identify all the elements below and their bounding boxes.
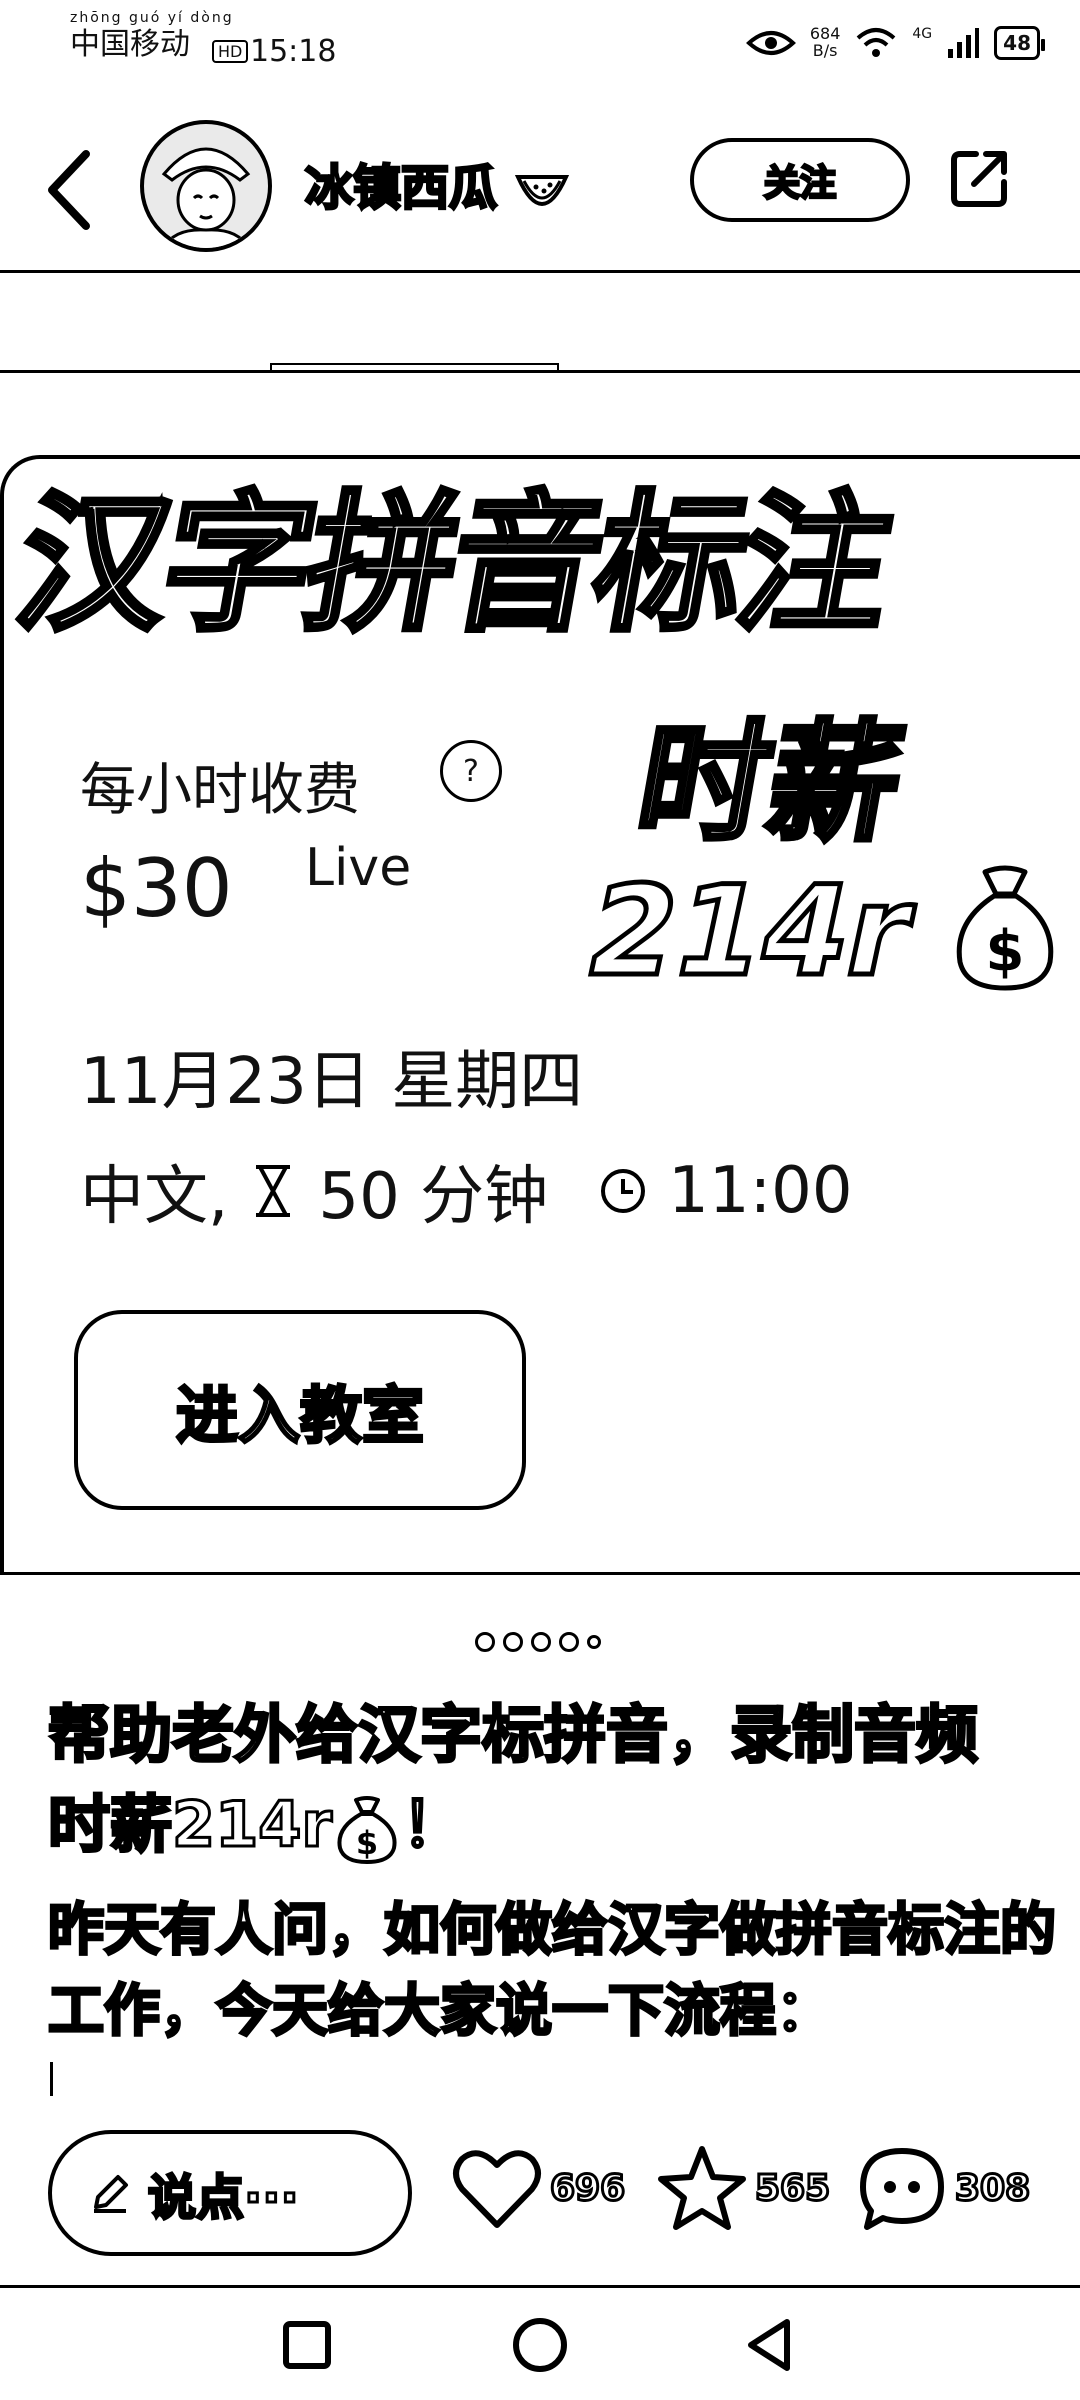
start-time: 11:00 <box>668 1154 853 1228</box>
svg-text:$: $ <box>986 919 1025 984</box>
enter-classroom-button[interactable]: 进入教室 <box>74 1310 526 1510</box>
hero-title: 汉字拼音标注 <box>2 476 902 655</box>
post-title-line2: 时薪214r <box>47 1786 334 1862</box>
status-time: 15:18 <box>250 34 337 69</box>
battery-indicator: 48 <box>994 26 1045 60</box>
live-label: Live <box>305 838 412 898</box>
carrier-pinyin: zhōng guó yí dòng <box>70 10 234 26</box>
star-icon <box>658 2146 746 2230</box>
share-icon[interactable] <box>946 146 1012 212</box>
money-bag-icon: $ <box>956 865 1054 991</box>
username[interactable]: 冰镇西瓜 <box>303 148 570 218</box>
carousel-indicator <box>475 1632 601 1652</box>
heart-icon <box>453 2150 541 2228</box>
avatar-image <box>161 147 251 248</box>
username-text: 冰镇西瓜 <box>303 159 498 218</box>
price: $30 <box>80 842 233 935</box>
like-count: 696 <box>548 2166 626 2210</box>
favorite-count: 565 <box>753 2166 831 2210</box>
eye-icon <box>745 31 796 55</box>
post-title-exclamation: ！ <box>400 1786 465 1862</box>
duration: 50 分钟 <box>318 1160 549 1234</box>
top-navigation: 冰镇西瓜 关注 <box>0 110 1080 273</box>
status-bar: zhōng guó yí dòng 中国移动 HD 15:18 684 B/s … <box>0 0 1080 110</box>
chat-bubble-icon <box>860 2148 944 2230</box>
recent-apps-icon[interactable] <box>272 2310 342 2380</box>
post-title: 帮助老外给汉字标拼音，录制音频 时薪214r $ ！ <box>46 1690 1048 1870</box>
carousel-dot[interactable] <box>475 1632 495 1652</box>
carousel-dot[interactable] <box>587 1635 601 1649</box>
hourly-fee-label: 每小时收费 <box>80 758 360 823</box>
comment-button[interactable]: 308 <box>855 2143 1032 2233</box>
comment-placeholder: 说点··· <box>147 2169 301 2228</box>
hd-badge: HD <box>212 40 249 63</box>
carousel-dot[interactable] <box>531 1632 551 1652</box>
clock-icon <box>601 1169 646 1213</box>
watermelon-icon <box>514 175 569 206</box>
net-speed: 684 B/s <box>810 25 841 60</box>
tab-bar <box>0 275 1080 373</box>
follow-button[interactable]: 关注 <box>690 138 910 222</box>
active-tab-indicator <box>270 363 559 372</box>
comment-count: 308 <box>953 2166 1031 2210</box>
comment-input[interactable]: 说点··· <box>48 2130 412 2256</box>
home-icon[interactable] <box>505 2310 575 2380</box>
carrier-name: 中国移动 <box>70 27 190 62</box>
svg-text:$: $ <box>356 1824 378 1862</box>
carousel-dot[interactable] <box>559 1632 579 1652</box>
money-bag-icon: $ <box>337 1795 397 1864</box>
signal-icon <box>948 28 980 58</box>
wage-title: 时薪 <box>624 705 916 862</box>
class-meta: 中文, 50 分钟 11:00 <box>80 1145 853 1237</box>
help-icon[interactable]: ? <box>440 740 502 802</box>
network-type: 4G <box>912 26 933 42</box>
pencil-icon <box>94 2175 128 2213</box>
wifi-icon <box>857 28 896 57</box>
text-caret <box>50 2062 53 2096</box>
post-body: 昨天有人问，如何做给汉字做拼音标注的工作，今天给大家说一下流程： <box>47 1896 1058 2045</box>
action-bar: 说点··· 696 565 308 <box>0 2125 1080 2288</box>
carousel-dot[interactable] <box>503 1632 523 1652</box>
hourglass-icon <box>256 1165 291 1217</box>
post-title-line1: 帮助老外给汉字标拼音，录制音频 <box>46 1697 979 1773</box>
wage-value: 214r <box>572 858 928 1007</box>
back-icon[interactable] <box>735 2310 805 2380</box>
net-speed-unit: B/s <box>812 41 838 60</box>
back-arrow-icon[interactable] <box>40 140 100 240</box>
system-navigation <box>0 2290 1080 2400</box>
avatar[interactable] <box>140 120 272 252</box>
favorite-button[interactable]: 565 <box>655 2143 832 2233</box>
language: 中文, <box>80 1160 229 1234</box>
class-date: 11月23日 星期四 <box>80 1045 584 1119</box>
status-icons: 684 B/s 4G 48 <box>745 25 1045 60</box>
like-button[interactable]: 696 <box>450 2143 627 2233</box>
